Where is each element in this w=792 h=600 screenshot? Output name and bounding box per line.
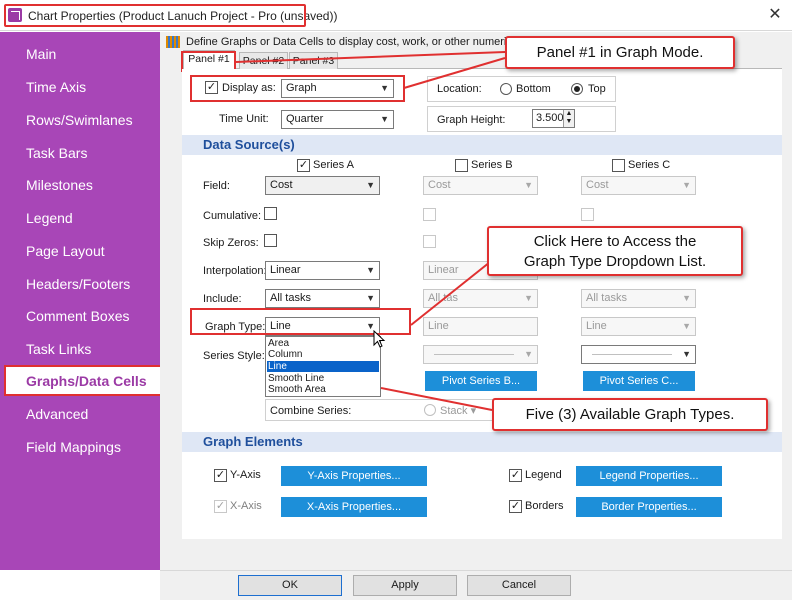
arrow-to-dropdown-list xyxy=(380,387,493,411)
callout-panel-mode: Panel #1 in Graph Mode. xyxy=(505,36,735,69)
callout-dropdown-hint: Click Here to Access the Graph Type Drop… xyxy=(487,226,743,276)
arrow-to-graph-type xyxy=(410,261,491,326)
annotation-arrows xyxy=(235,51,506,411)
arrow-to-display-as xyxy=(403,57,506,89)
callout-line-2: Graph Type Dropdown List. xyxy=(523,253,707,270)
callout-graph-types: Five (3) Available Graph Types. xyxy=(492,398,768,431)
callout-line-1: Click Here to Access the xyxy=(533,233,697,250)
arrow-to-panel-tab xyxy=(235,51,506,63)
